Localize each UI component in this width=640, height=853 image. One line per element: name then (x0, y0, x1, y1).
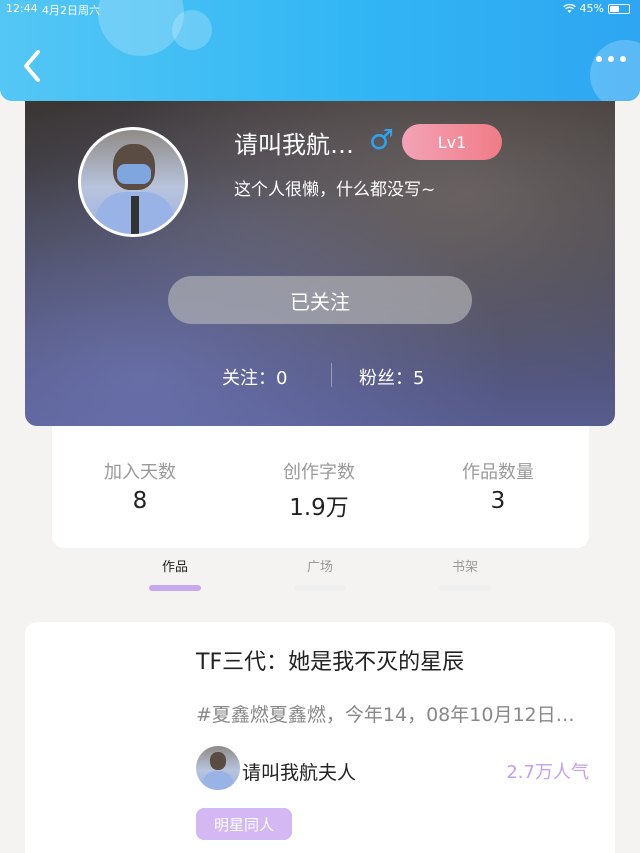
stat-value: 1.9万 (289, 495, 349, 521)
level-badge: Lv1 (402, 124, 502, 160)
following-count[interactable]: 关注：0 (222, 364, 287, 390)
more-icon[interactable] (596, 56, 626, 62)
status-bar: 12:44 4月2日周六 45% (0, 0, 640, 18)
tab-bookshelf[interactable]: 书架 (430, 556, 500, 591)
battery-icon (608, 3, 630, 14)
tab-works[interactable]: 作品 (140, 556, 210, 591)
stat-word-count: 创作字数 1.9万 (259, 458, 379, 522)
user-bio: 这个人很懒，什么都没写~ (234, 180, 436, 200)
back-icon[interactable] (18, 48, 48, 84)
status-time: 12:44 (6, 2, 38, 15)
stat-join-days: 加入天数 8 (80, 458, 200, 514)
stat-label: 创作字数 (283, 462, 355, 483)
stat-label: 加入天数 (104, 462, 176, 483)
stat-value: 3 (490, 488, 506, 514)
author-avatar[interactable] (196, 746, 240, 790)
user-name: 请叫我航… (234, 131, 354, 159)
battery-percent: 45% (579, 2, 604, 15)
fans-count[interactable]: 粉丝：5 (359, 364, 424, 390)
stat-divider (331, 363, 332, 387)
tab-label: 广场 (306, 560, 333, 575)
stat-value: 8 (132, 488, 148, 514)
stats-card: 加入天数 8 创作字数 1.9万 作品数量 3 (52, 424, 589, 548)
status-date: 4月2日周六 (42, 4, 100, 17)
category-tag[interactable]: 明星同人 (196, 808, 292, 840)
follow-button[interactable]: 已关注 (168, 276, 472, 324)
tab-label: 作品 (161, 560, 188, 575)
stat-label: 作品数量 (462, 462, 534, 483)
work-tags: #夏鑫燃夏鑫燃，今年14，08年10月12日… (196, 704, 575, 726)
author-name[interactable]: 请叫我航夫人 (242, 758, 356, 785)
profile-card: 请叫我航… ♂ Lv1 这个人很懒，什么都没写~ 已关注 关注：0 粉丝：5 (25, 95, 615, 426)
tab-square[interactable]: 广场 (285, 556, 355, 591)
work-title[interactable]: TF三代：她是我不灭的星辰 (196, 644, 464, 676)
tab-indicator (439, 585, 491, 591)
popularity-count: 2.7万人气 (506, 762, 589, 783)
avatar[interactable] (78, 127, 188, 237)
tab-indicator (149, 585, 201, 591)
status-right: 45% (562, 2, 630, 15)
male-icon: ♂ (369, 123, 395, 156)
tab-label: 书架 (451, 560, 478, 575)
tab-indicator (294, 585, 346, 591)
top-header: 12:44 4月2日周六 45% (0, 0, 640, 101)
wifi-icon (562, 3, 576, 13)
decor-bubble (590, 40, 640, 101)
work-card[interactable]: TF三代：她是我不灭的星辰 #夏鑫燃夏鑫燃，今年14，08年10月12日… 请叫… (25, 622, 615, 853)
stat-works-count: 作品数量 3 (438, 458, 558, 514)
